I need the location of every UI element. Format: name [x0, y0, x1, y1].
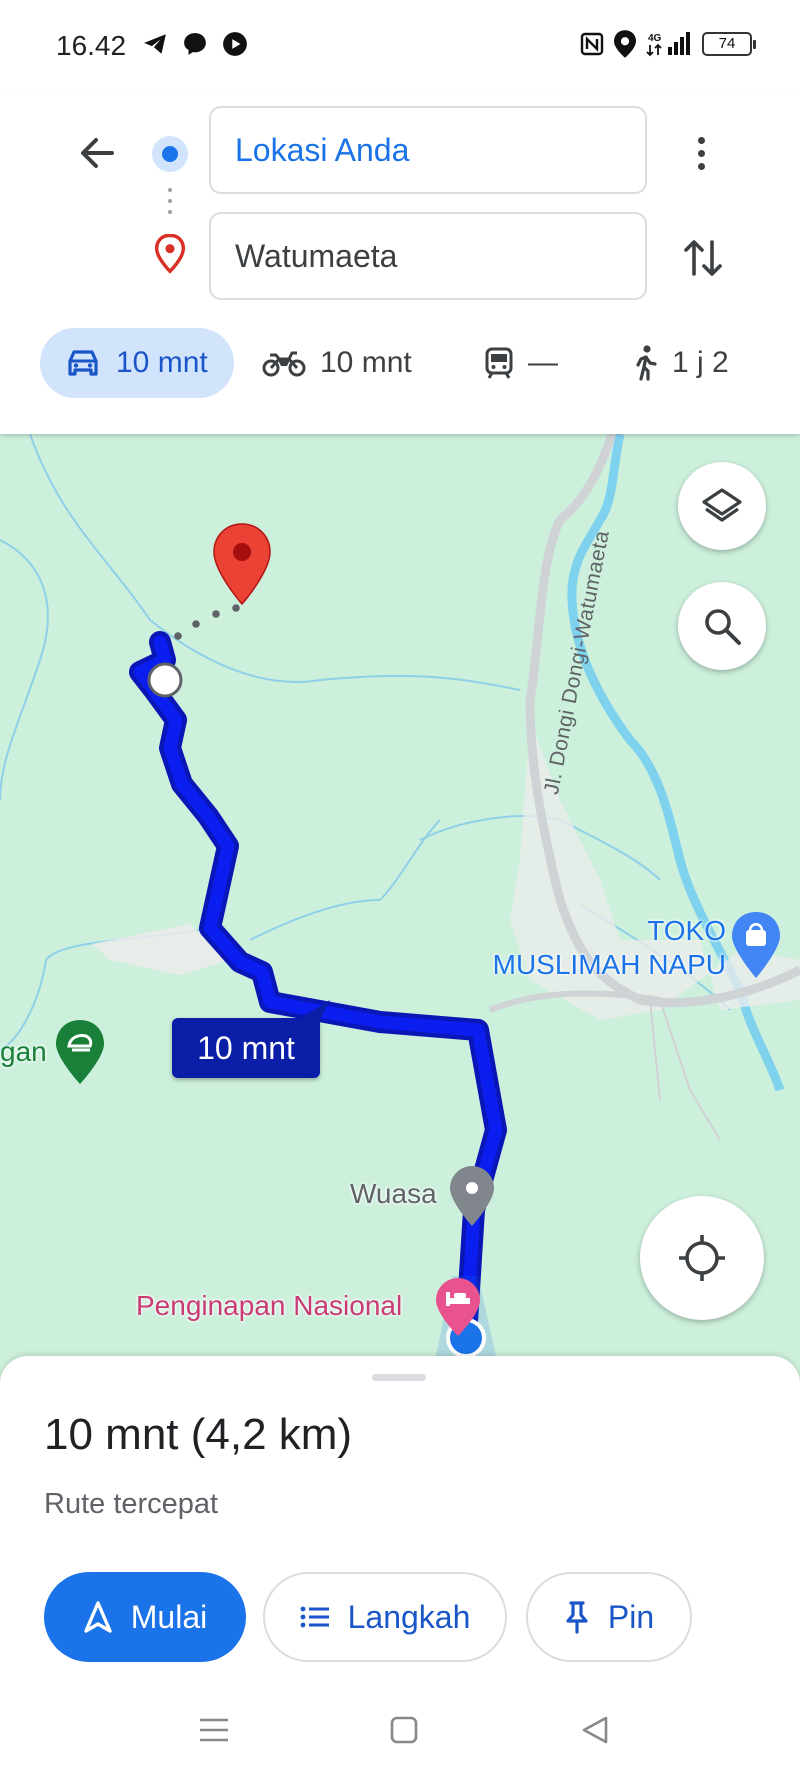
route-summary: 10 mnt (4,2 km): [44, 1410, 353, 1459]
battery-indicator: 74: [702, 32, 756, 56]
transit-icon: [485, 347, 513, 379]
status-time: 16.42: [56, 30, 127, 61]
my-location-button[interactable]: [640, 1196, 764, 1320]
mode-tab-transit[interactable]: —: [484, 328, 558, 398]
back-nav-icon[interactable]: [576, 1710, 616, 1750]
car-icon: [68, 350, 98, 376]
list-icon: [300, 1606, 329, 1628]
signal-4g-icon: 4G: [646, 32, 690, 57]
crosshair-icon: [679, 1235, 725, 1281]
map-controls-layer: [0, 434, 800, 1384]
route-subtitle: Rute tercepat: [44, 1488, 219, 1520]
pin-button[interactable]: Pin: [526, 1572, 692, 1662]
status-app-icons: [142, 31, 248, 57]
mode-tab-walk[interactable]: 1 j 2: [632, 328, 729, 398]
layers-icon: [702, 488, 742, 522]
mode-walk-label: 1 j 2: [672, 346, 729, 379]
status-bar: 16.42 4G 74: [0, 0, 800, 92]
location-icon: [614, 30, 636, 58]
navigation-arrow-icon: [84, 1601, 112, 1633]
nfc-icon: [580, 32, 604, 56]
telegram-icon: [144, 34, 166, 54]
search-icon: [705, 609, 741, 645]
mode-motorcycle-label: 10 mnt: [320, 346, 412, 379]
origin-field[interactable]: Lokasi Anda: [209, 106, 647, 194]
motorcycle-icon: [262, 351, 306, 377]
mode-car-label: 10 mnt: [116, 346, 208, 379]
home-nav-icon[interactable]: [384, 1710, 424, 1750]
walk-icon: [636, 345, 657, 381]
back-button[interactable]: [72, 128, 122, 178]
more-options-button[interactable]: [686, 128, 716, 178]
steps-label: Langkah: [347, 1598, 471, 1635]
youtube-icon: [223, 32, 247, 56]
start-label: Mulai: [130, 1598, 208, 1635]
pin-label: Pin: [607, 1598, 655, 1635]
route-connector-dots: [168, 188, 172, 214]
mode-transit-label: —: [528, 346, 558, 379]
travel-mode-tabs: 10 mnt 10 mnt — 1 j 2: [0, 328, 800, 402]
destination-pin-icon: [154, 234, 186, 274]
directions-header: Lokasi Anda Watumaeta 10 mnt 10 mnt — 1 …: [0, 92, 800, 434]
status-right: 4G 74: [580, 30, 756, 58]
menu-nav-icon[interactable]: [194, 1710, 234, 1750]
pushpin-icon: [566, 1601, 588, 1634]
search-along-route-button[interactable]: [678, 582, 766, 670]
messenger-icon: [184, 33, 206, 55]
mode-tab-car[interactable]: 10 mnt: [40, 328, 234, 398]
layers-button[interactable]: [678, 462, 766, 550]
mode-tab-motorcycle[interactable]: 10 mnt: [262, 328, 412, 398]
sheet-drag-handle[interactable]: [372, 1374, 426, 1381]
start-navigation-button[interactable]: Mulai: [44, 1572, 246, 1662]
swap-direction-button[interactable]: [678, 228, 728, 288]
svg-text:4G: 4G: [648, 33, 662, 44]
origin-dot-icon: [152, 136, 188, 172]
destination-field[interactable]: Watumaeta: [209, 212, 647, 300]
steps-button[interactable]: Langkah: [263, 1572, 507, 1662]
map-view[interactable]: Jl. Dongi Dongi-Watumaeta TOKO MUSLIMAH N…: [0, 434, 800, 1384]
system-nav-bar: [0, 1690, 800, 1778]
